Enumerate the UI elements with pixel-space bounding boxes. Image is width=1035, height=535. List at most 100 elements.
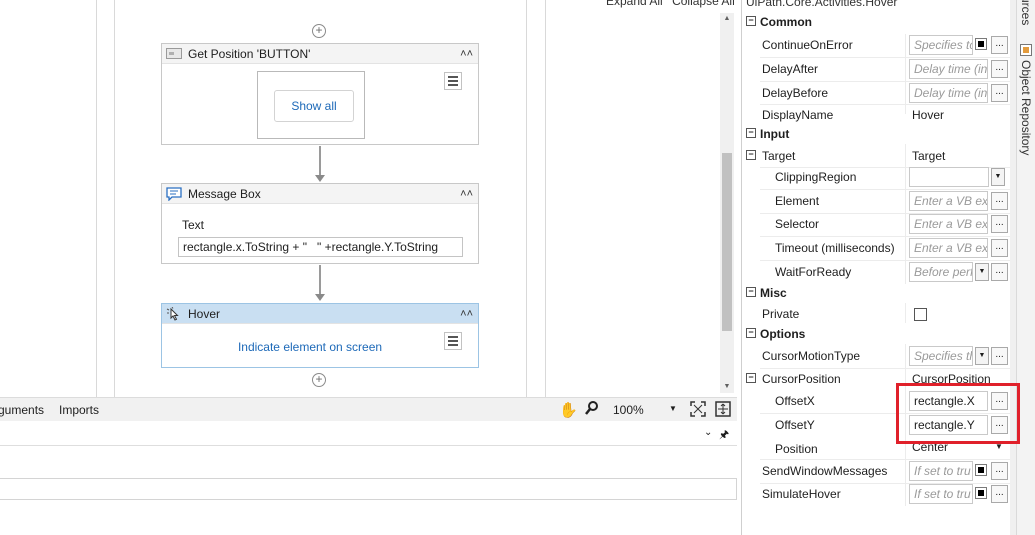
panel-options-chevron-icon[interactable]: ⌄	[704, 427, 712, 438]
designer-bottom-bar: guments Imports ✋ 100% ▼	[0, 397, 737, 421]
sequence-border-left-outer	[96, 0, 97, 397]
properties-panel: UiPath.Core.Activities.Hover − Common Co…	[741, 0, 1011, 535]
category-input[interactable]: − Input	[742, 124, 1010, 144]
scroll-down-icon[interactable]: ▼	[720, 381, 734, 393]
message-box-header[interactable]: Message Box ˄˄	[162, 184, 478, 204]
wait-for-ready-input[interactable]: Before perf	[909, 262, 973, 282]
collapse-minus-icon[interactable]: −	[746, 328, 756, 338]
output-panel-header: ⌄ 🖈	[0, 426, 737, 446]
hover-activity[interactable]: Hover ˄˄ Indicate element on screen	[161, 303, 479, 368]
workflow-designer[interactable]: Expand All Collapse All + Get Position '…	[0, 0, 737, 397]
overview-map-icon[interactable]	[715, 401, 731, 420]
tab-arguments[interactable]: guments	[0, 403, 44, 417]
prop-element[interactable]: Element Enter a VB exp ...	[742, 189, 1010, 213]
dropdown-chevron-icon[interactable]: ▼	[975, 347, 989, 365]
object-repository-icon	[1020, 44, 1032, 59]
clipping-region-input[interactable]	[909, 167, 989, 187]
indicate-element-link[interactable]: Indicate element on screen	[162, 340, 458, 354]
element-preview-frame: Show all	[257, 71, 365, 139]
prop-delay-before[interactable]: DelayBefore Delay time (in ...	[742, 81, 1010, 105]
activity-menu-icon[interactable]	[444, 332, 462, 350]
prop-send-window-messages[interactable]: SendWindowMessages If set to tru ...	[742, 459, 1010, 483]
message-box-activity[interactable]: Message Box ˄˄ Text rectangle.x.ToString…	[161, 183, 479, 264]
ellipsis-button[interactable]: ...	[991, 84, 1008, 102]
prop-clipping-region[interactable]: ClippingRegion ▼	[742, 165, 1010, 189]
ellipsis-button[interactable]: ...	[991, 192, 1008, 210]
collapse-minus-icon[interactable]: −	[746, 150, 756, 160]
display-name-value[interactable]: Hover	[912, 108, 944, 122]
scrollbar-thumb[interactable]	[722, 153, 732, 331]
output-search-input[interactable]	[0, 478, 737, 500]
element-input[interactable]: Enter a VB exp	[909, 191, 988, 211]
scroll-up-icon[interactable]: ▲	[720, 13, 734, 25]
ellipsis-button[interactable]: ...	[991, 36, 1008, 54]
add-activity-plus-icon[interactable]: +	[312, 24, 326, 38]
prop-delay-after[interactable]: DelayAfter Delay time (in ...	[742, 57, 1010, 81]
dropdown-chevron-icon[interactable]: ▼	[975, 263, 989, 281]
variable-square-icon[interactable]	[975, 487, 987, 499]
text-property-label: Text	[182, 218, 205, 232]
collapse-minus-icon[interactable]: −	[746, 287, 756, 297]
prop-simulate-hover[interactable]: SimulateHover If set to tru ...	[742, 482, 1010, 506]
get-position-activity[interactable]: Get Position 'BUTTON' ˄˄ Show all	[161, 43, 479, 145]
prop-wait-for-ready[interactable]: WaitForReady Before perf ▼ ...	[742, 260, 1010, 284]
ellipsis-button[interactable]: ...	[991, 462, 1008, 480]
tab-imports[interactable]: Imports	[59, 403, 99, 417]
activity-menu-icon[interactable]	[444, 72, 462, 90]
selector-input[interactable]: Enter a VB exp	[909, 214, 988, 234]
fit-to-screen-icon[interactable]	[690, 401, 706, 420]
prop-timeout[interactable]: Timeout (milliseconds) Enter a VB exp ..…	[742, 236, 1010, 260]
collapse-chevron-icon[interactable]: ˄˄	[460, 48, 473, 60]
get-position-header[interactable]: Get Position 'BUTTON' ˄˄	[162, 44, 478, 64]
ellipsis-button[interactable]: ...	[991, 215, 1008, 233]
pin-icon[interactable]: 🖈	[719, 426, 729, 445]
private-checkbox[interactable]	[914, 308, 927, 321]
zoom-level-select[interactable]: 100%	[613, 403, 644, 417]
collapse-all-link[interactable]: Collapse All	[672, 0, 735, 8]
prop-cursor-motion-type[interactable]: CursorMotionType Specifies th ▼ ...	[742, 344, 1010, 368]
continue-on-error-input[interactable]: Specifies tc	[909, 35, 973, 55]
collapse-minus-icon[interactable]: −	[746, 16, 756, 26]
output-panel: ⌄ 🖈	[0, 421, 737, 535]
collapse-chevron-icon[interactable]: ˄˄	[460, 308, 473, 320]
ellipsis-button[interactable]: ...	[991, 485, 1008, 503]
simulate-hover-input[interactable]: If set to tru	[909, 484, 973, 504]
send-window-messages-input[interactable]: If set to tru	[909, 461, 973, 481]
prop-continue-on-error[interactable]: ContinueOnError Specifies tc ...	[742, 33, 1010, 57]
collapse-minus-icon[interactable]: −	[746, 128, 756, 138]
delay-before-input[interactable]: Delay time (in	[909, 83, 988, 103]
ellipsis-button[interactable]: ...	[991, 239, 1008, 257]
cursor-motion-type-input[interactable]: Specifies th	[909, 346, 973, 366]
dropdown-chevron-icon[interactable]: ▼	[991, 168, 1005, 186]
expand-all-link[interactable]: Expand All	[606, 0, 663, 8]
variable-square-icon[interactable]	[975, 464, 987, 476]
tab-object-repository[interactable]: Object Repository	[1019, 60, 1033, 155]
message-text-input[interactable]: rectangle.x.ToString + " " +rectangle.Y.…	[178, 237, 463, 257]
hover-header[interactable]: Hover ˄˄	[162, 304, 478, 324]
show-all-button[interactable]: Show all	[274, 90, 354, 122]
zoom-magnifier-icon[interactable]	[585, 400, 599, 419]
designer-vertical-scrollbar[interactable]: ▲ ▼	[720, 13, 734, 393]
collapse-minus-icon[interactable]: −	[746, 373, 756, 383]
category-common[interactable]: − Common	[742, 12, 1010, 32]
red-highlight-annotation	[896, 383, 1020, 444]
prop-selector[interactable]: Selector Enter a VB exp ...	[742, 212, 1010, 236]
message-box-icon	[166, 186, 182, 201]
category-misc[interactable]: − Misc	[742, 283, 1010, 303]
ellipsis-button[interactable]: ...	[991, 60, 1008, 78]
target-value: Target	[912, 149, 946, 163]
message-box-title: Message Box	[188, 186, 261, 201]
sequence-border-left-inner	[114, 0, 115, 397]
category-options[interactable]: − Options	[742, 324, 1010, 344]
ellipsis-button[interactable]: ...	[991, 263, 1008, 281]
timeout-input[interactable]: Enter a VB exp	[909, 238, 988, 258]
add-activity-plus-icon[interactable]: +	[312, 373, 326, 387]
tab-resources[interactable]: urces	[1019, 0, 1033, 25]
zoom-dropdown-chevron-icon[interactable]: ▼	[669, 404, 677, 413]
collapse-chevron-icon[interactable]: ˄˄	[460, 188, 473, 200]
prop-private[interactable]: Private	[742, 302, 1010, 326]
delay-after-input[interactable]: Delay time (in	[909, 59, 988, 79]
variable-square-icon[interactable]	[975, 38, 987, 50]
ellipsis-button[interactable]: ...	[991, 347, 1008, 365]
pan-hand-icon[interactable]: ✋	[559, 401, 578, 419]
